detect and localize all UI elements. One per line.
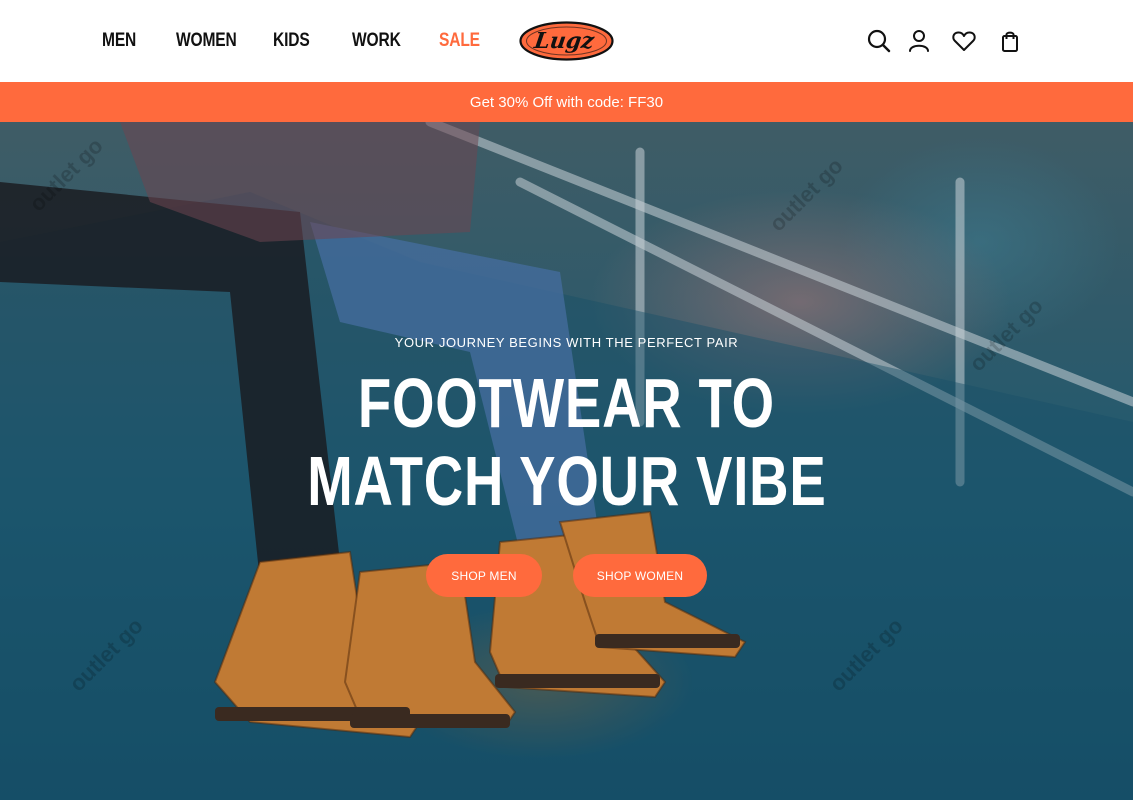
shopping-bag-icon[interactable]	[997, 28, 1023, 54]
lugz-logo-icon: Lugz	[519, 21, 614, 61]
account-icon[interactable]	[906, 28, 932, 54]
shop-women-button[interactable]: SHOP WOMEN	[573, 554, 707, 597]
promo-text: Get 30% Off with code: FF30	[469, 93, 664, 111]
nav-item-men[interactable]: MEN	[102, 30, 136, 52]
hero-headline-line1: FOOTWEAR TO	[357, 364, 776, 442]
nav-item-work[interactable]: WORK	[352, 30, 401, 52]
promo-bar: Get 30% Off with code: FF30	[0, 82, 1133, 122]
hero-eyebrow: YOUR JOURNEY BEGINS WITH THE PERFECT PAI…	[394, 335, 739, 350]
svg-text:Lugz: Lugz	[532, 28, 596, 54]
nav-item-kids[interactable]: KIDS	[273, 30, 310, 52]
hero-content: YOUR JOURNEY BEGINS WITH THE PERFECT PAI…	[0, 122, 1133, 800]
hero-headline-line2: MATCH YOUR VIBE	[306, 442, 827, 520]
search-icon[interactable]	[866, 28, 892, 54]
nav-item-women[interactable]: WOMEN	[176, 30, 237, 52]
hero-banner: outlet go outlet go outlet go outlet go …	[0, 122, 1133, 800]
wishlist-heart-icon[interactable]	[951, 28, 977, 54]
nav-item-sale[interactable]: SALE	[439, 30, 480, 52]
shop-men-button[interactable]: SHOP MEN	[426, 554, 542, 597]
site-header: MEN WOMEN KIDS WORK SALE Lugz	[0, 0, 1133, 82]
brand-logo[interactable]: Lugz	[519, 21, 614, 61]
